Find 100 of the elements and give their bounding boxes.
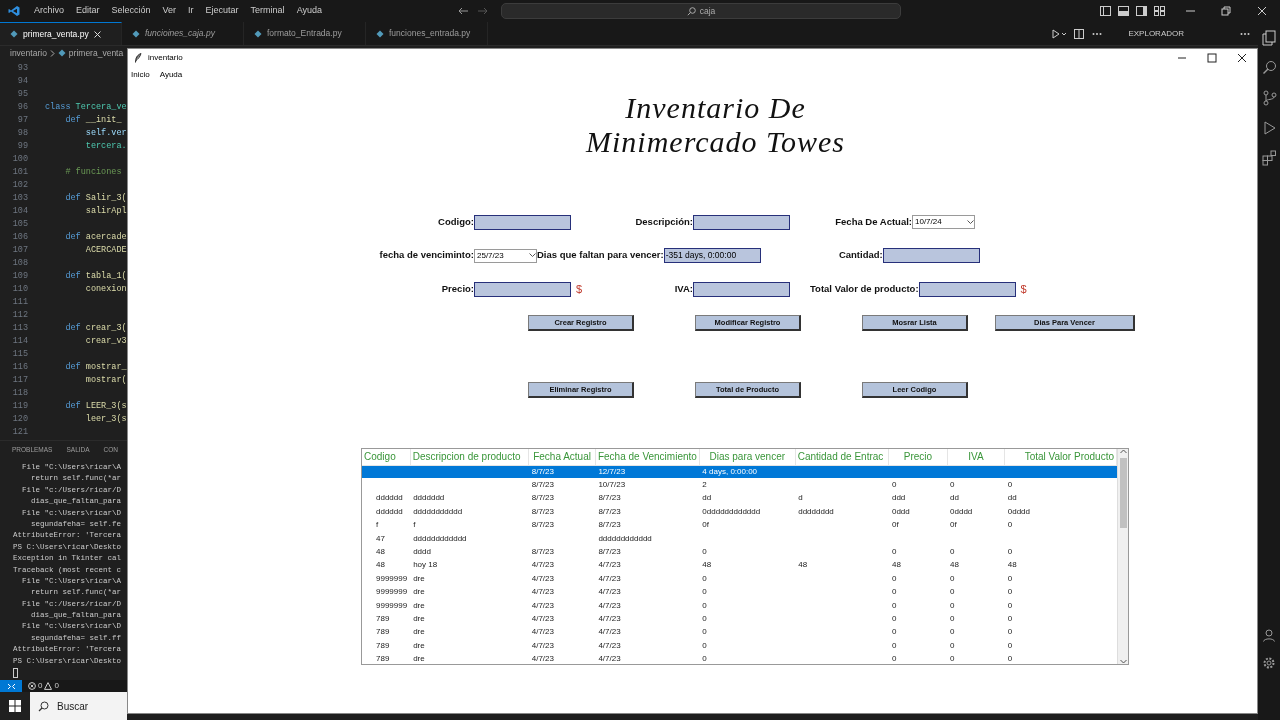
input-field[interactable] — [693, 281, 790, 297]
source-control-icon[interactable] — [1261, 90, 1277, 106]
menu-item[interactable]: Archivo — [34, 4, 64, 18]
back-arrow-icon[interactable] — [457, 6, 469, 16]
table-cell-text: 8/7/23 — [597, 492, 622, 505]
files-icon[interactable] — [1261, 30, 1277, 46]
code-line: crear_v3 — [84, 335, 127, 348]
table-cell-text: 0 — [890, 626, 898, 639]
currency-sign: $ — [576, 281, 583, 297]
table-cell: 0 — [888, 478, 948, 492]
table-cell-text: 0 — [701, 626, 708, 639]
table-cell-text: dre — [412, 572, 426, 585]
more-icon[interactable] — [1240, 31, 1250, 36]
table-cell-text: 0dddd — [1006, 505, 1031, 518]
search-field[interactable]: caja — [501, 3, 901, 19]
menu-item[interactable]: Ir — [188, 4, 194, 18]
editor-tab[interactable]: formato_Entrada.py — [244, 22, 366, 45]
table-cell-text: 0 — [949, 546, 956, 559]
input-field[interactable]: -351 days, 0:00:00 — [663, 248, 761, 263]
input-field[interactable] — [693, 214, 790, 230]
line-number: 121 — [11, 426, 28, 439]
taskbar-search[interactable]: Buscar — [30, 692, 127, 720]
menu-item[interactable]: Ver — [162, 4, 177, 18]
column-header[interactable]: IVA — [947, 449, 1005, 465]
menu-item[interactable]: Ayuda — [159, 69, 183, 81]
run-debug-icon[interactable] — [1261, 120, 1277, 136]
field-label: IVA: — [673, 281, 693, 296]
table-cell-text: 0 — [1006, 546, 1014, 559]
field-label: Codigo: — [437, 214, 474, 229]
table-cell-text: 48 — [949, 559, 960, 572]
line-number: 93 — [16, 62, 28, 75]
currency-sign: $ — [1020, 281, 1027, 297]
column-header[interactable]: Precio — [888, 449, 948, 465]
table-cell-text: 0 — [890, 613, 898, 625]
close-icon[interactable] — [1237, 53, 1247, 63]
breadcrumb-item[interactable]: inventario — [10, 46, 47, 60]
window-title: inventario — [148, 52, 183, 64]
table-cell-text: dddddddd — [797, 505, 835, 518]
line-number: 111 — [11, 296, 28, 309]
table-cell-text: 0 — [701, 653, 708, 666]
column-header[interactable]: Cantidad de Entrac — [795, 449, 889, 465]
secondary-sidebar-icon[interactable] — [1136, 6, 1147, 16]
field-label: Descripción: — [634, 214, 693, 229]
search-icon[interactable] — [1261, 60, 1277, 76]
table-cell-text: ddddddddddd — [412, 505, 464, 518]
menu-item[interactable]: Ejecutar — [205, 4, 239, 18]
input-field[interactable] — [882, 248, 980, 263]
line-number: 109 — [11, 270, 28, 283]
menu-item[interactable]: Inicio — [131, 69, 150, 81]
column-header[interactable]: Fecha de Vencimiento — [595, 449, 700, 465]
menu-item[interactable]: Selección — [111, 4, 151, 18]
feather-icon — [134, 53, 142, 63]
column-header[interactable]: Total Valor Producto — [1004, 449, 1117, 465]
table-cell-text: 0 — [1006, 653, 1014, 666]
column-header[interactable]: Codigo — [362, 449, 411, 465]
table-cell-text: dd — [949, 492, 960, 505]
date-dropdown[interactable]: 10/7/24 — [912, 215, 975, 229]
line-number: 106 — [11, 231, 28, 244]
editor-tab[interactable]: funciones_entrada.py — [366, 22, 488, 45]
breadcrumb-item[interactable]: primera_venta — [68, 46, 124, 60]
code-line: conexion — [84, 283, 127, 296]
table-cell-text: 0f — [890, 519, 900, 532]
menu-item[interactable]: Editar — [76, 4, 100, 18]
editor-tab[interactable]: primera_venta.py — [0, 22, 122, 45]
python-file-icon — [10, 30, 18, 38]
field-label: Cantidad: — [837, 248, 883, 263]
scrollbar-thumb[interactable] — [1119, 458, 1127, 528]
menu-item[interactable]: Ayuda — [296, 4, 322, 18]
column-header[interactable]: Fecha Actual — [528, 449, 596, 465]
input-field[interactable] — [474, 281, 571, 297]
menu-item[interactable]: Terminal — [250, 4, 285, 18]
account-icon[interactable] — [1262, 628, 1276, 642]
maximize-icon[interactable] — [1207, 53, 1217, 63]
table-cell-text: dre — [412, 653, 426, 666]
extensions-icon[interactable] — [1261, 150, 1277, 166]
windows-logo-icon[interactable] — [9, 700, 21, 712]
line-number: 116 — [11, 361, 28, 374]
remote-button[interactable] — [0, 680, 22, 692]
table-cell-text: dre — [412, 586, 426, 599]
customize-layout-icon[interactable] — [1154, 6, 1165, 16]
table-cell-text: 0 — [701, 639, 708, 652]
settings-icon[interactable] — [1262, 656, 1276, 670]
line-number: 102 — [11, 179, 28, 192]
restore-icon[interactable] — [1221, 6, 1231, 16]
split-editor-icon[interactable] — [1074, 28, 1085, 39]
column-header[interactable]: Descripcion de producto — [410, 449, 529, 465]
table-cell-text: dre — [412, 639, 426, 652]
input-field[interactable] — [474, 214, 571, 230]
column-header[interactable]: Dias para vencer — [699, 449, 796, 465]
run-icon[interactable] — [1052, 28, 1067, 39]
input-field[interactable] — [918, 281, 1016, 297]
forward-arrow-icon[interactable] — [477, 6, 489, 16]
panel-layout-icon[interactable] — [1118, 6, 1129, 16]
table-cell: 8/7/23 — [528, 478, 596, 492]
more-icon[interactable] — [1092, 31, 1103, 36]
editor-tab[interactable]: funcioines_caja.py — [122, 22, 244, 45]
sidebar-layout-icon[interactable] — [1100, 6, 1111, 16]
table-cell-text: 48 — [375, 546, 386, 559]
date-dropdown[interactable]: 25/7/23 — [474, 248, 537, 263]
line-number: 97 — [16, 114, 28, 127]
